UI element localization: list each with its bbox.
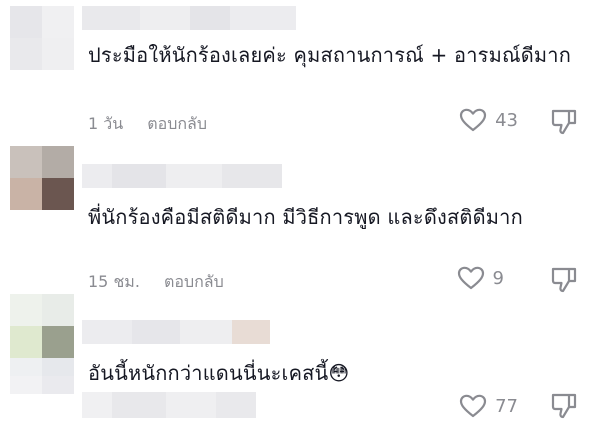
dislike-button[interactable] (550, 392, 578, 424)
dislike-button[interactable] (550, 108, 578, 140)
username-blurred[interactable] (82, 320, 270, 344)
username-blurred[interactable] (82, 6, 296, 30)
meta-blurred (82, 392, 256, 418)
avatar-tile (42, 38, 74, 70)
avatar[interactable] (10, 294, 74, 358)
like-count: 43 (495, 109, 518, 131)
like-button[interactable]: 9 (457, 266, 504, 290)
comment-item: ประมือให้นักร้องเลยค่ะ คุมสถานการณ์ + อา… (0, 0, 600, 140)
avatar-tile (10, 6, 42, 38)
avatar-tile (10, 178, 42, 210)
avatar-tile (10, 38, 42, 70)
like-count: 77 (495, 395, 518, 417)
comment-time: 1 วัน (88, 114, 124, 133)
thumbs-down-outline-icon (551, 109, 577, 135)
avatar-tile (10, 326, 42, 358)
username-blurred[interactable] (82, 164, 282, 188)
like-count: 9 (492, 267, 504, 289)
like-button[interactable]: 43 (459, 108, 518, 132)
comment-text: พี่นักร้องคือมีสติดีมาก มีวิธีการพูด และ… (88, 205, 523, 229)
comment-item: พี่นักร้องคือมีสติดีมาก มีวิธีการพูด และ… (0, 140, 600, 293)
avatar-tile (10, 146, 42, 178)
comment-text: ประมือให้นักร้องเลยค่ะ คุมสถานการณ์ + อา… (88, 43, 572, 67)
comment-meta: 1 วัน ตอบกลับ (88, 112, 207, 137)
avatar[interactable] (10, 146, 74, 210)
like-button[interactable]: 77 (459, 394, 518, 418)
heart-outline-icon (457, 266, 484, 290)
avatar-tile (10, 294, 42, 326)
avatar-tile (42, 294, 74, 326)
heart-outline-icon (459, 108, 487, 132)
avatar-tile (42, 146, 74, 178)
reply-button[interactable]: ตอบกลับ (147, 112, 207, 137)
avatar-tile (42, 178, 74, 210)
comment-item: อันนี้หนักกว่าแดนนี่นะเคสนี้😳 77 (0, 290, 600, 428)
avatar[interactable] (10, 6, 74, 70)
thumbs-down-outline-icon (551, 393, 577, 419)
avatar-lower-blur (10, 358, 74, 394)
avatar-tile (42, 6, 74, 38)
comment-text: อันนี้หนักกว่าแดนนี่นะเคสนี้😳 (88, 361, 350, 385)
avatar-tile (42, 326, 74, 358)
heart-outline-icon (459, 394, 487, 418)
